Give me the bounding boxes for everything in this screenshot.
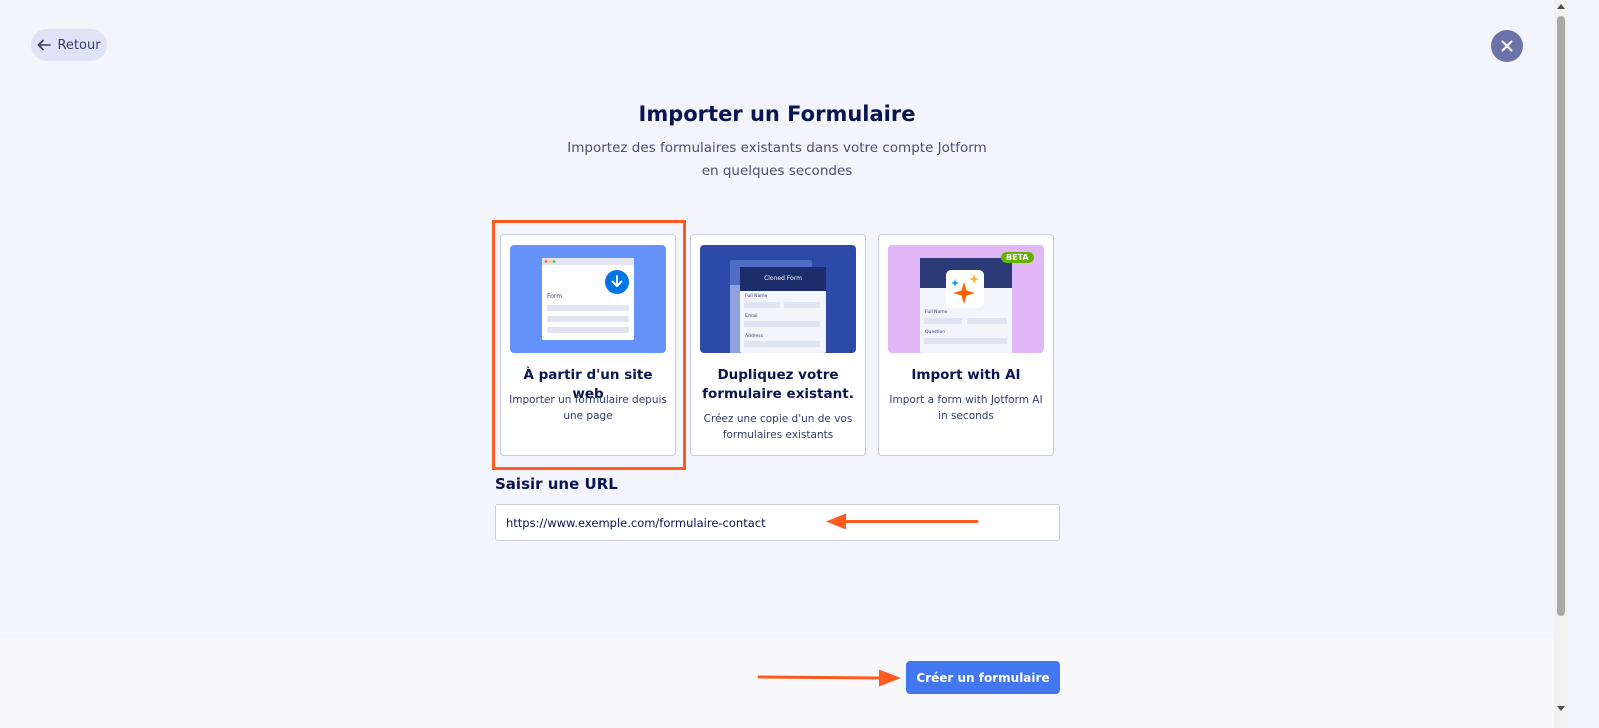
import-with-ai-card[interactable]: BETA Full Name Question Import with AI I… [878,234,1054,456]
download-icon [605,270,629,298]
field-label: Full Name [745,294,768,299]
website-import-illustration: Form [510,245,666,353]
card-title: Dupliquez votre formulaire existant. [702,367,854,402]
url-input[interactable] [495,504,1060,541]
close-icon [1501,40,1513,52]
page-subtitle: Importez des formulaires existants dans … [567,140,987,179]
scrollbar-thumb[interactable] [1557,16,1565,616]
scroll-down-arrow-icon[interactable] [1557,706,1565,711]
field-label: Email [745,314,758,319]
url-section-label: Saisir une URL [495,475,618,493]
cloned-form-header: Cloned Form [764,275,802,282]
sparkle-icon [946,270,984,312]
field-label: Address [745,334,763,339]
card-description: Créez une copie d'un de vos formulaires … [703,413,853,441]
back-button[interactable]: Retour [31,29,107,61]
cloned-form-illustration: Cloned Form Full Name Email Address [700,245,856,353]
back-button-label: Retour [57,37,101,53]
scroll-up-arrow-icon[interactable] [1557,4,1565,9]
import-from-website-card[interactable]: Form À partir d'un site web Importer un … [500,234,676,456]
field-label: Full Name [925,310,948,315]
card-description: Importer un formulaire depuis une page [509,394,667,422]
arrow-left-icon [38,39,52,51]
page-title: Importer un Formulaire [638,102,916,126]
duplicate-form-card[interactable]: Cloned Form Full Name Email Address Dupl… [690,234,866,456]
field-label: Question [925,330,946,335]
illustration-form-label: Form [547,293,563,300]
card-title: Import with AI [911,367,1021,383]
card-description: Import a form with Jotform AI in seconds [889,394,1043,422]
footer-bar [0,638,1554,728]
create-form-button[interactable]: Créer un formulaire [906,661,1060,694]
close-button[interactable] [1491,30,1523,62]
ai-import-illustration: BETA Full Name Question [888,245,1044,353]
scrollbar[interactable] [1554,0,1568,728]
beta-badge: BETA [1001,252,1034,263]
